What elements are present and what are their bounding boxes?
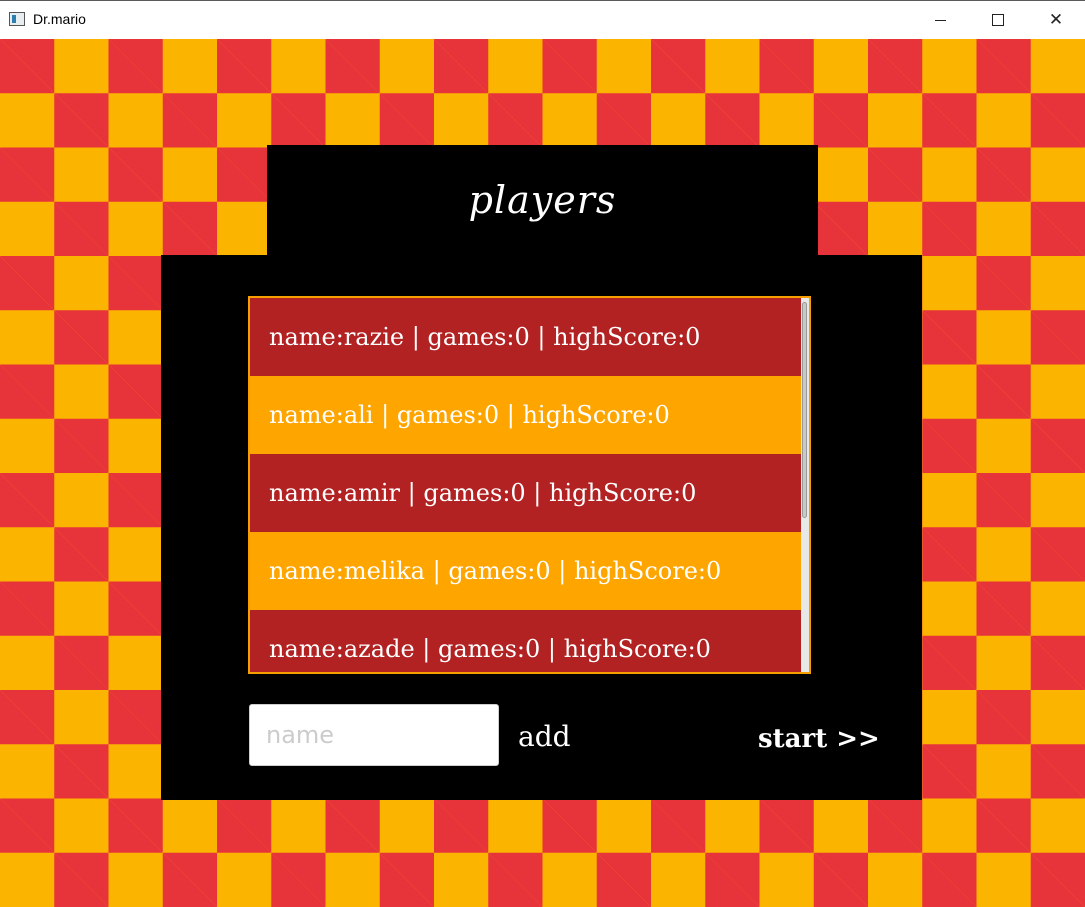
window-title: Dr.mario [33, 11, 86, 27]
list-scrollbar-thumb[interactable] [802, 302, 807, 518]
players-list-rows: name:razie | games:0 | highScore:0 name:a… [250, 298, 801, 672]
maximize-icon [992, 14, 1004, 26]
players-list[interactable]: name:razie | games:0 | highScore:0 name:a… [248, 296, 811, 674]
player-list-item[interactable]: name:azade | games:0 | highScore:0 [250, 610, 801, 672]
player-list-item[interactable]: name:amir | games:0 | highScore:0 [250, 454, 801, 532]
window-titlebar: Dr.mario ✕ [0, 0, 1085, 39]
player-list-item[interactable]: name:razie | games:0 | highScore:0 [250, 298, 801, 376]
list-scrollbar[interactable] [801, 298, 809, 672]
app-icon [9, 12, 25, 26]
player-list-item[interactable]: name:melika | games:0 | highScore:0 [250, 532, 801, 610]
start-button[interactable]: start >> [758, 724, 880, 754]
close-icon: ✕ [1048, 9, 1064, 30]
add-button[interactable]: add [518, 720, 571, 753]
close-button[interactable]: ✕ [1027, 1, 1085, 39]
maximize-button[interactable] [969, 1, 1027, 39]
minimize-icon [934, 19, 946, 21]
player-list-item[interactable]: name:ali | games:0 | highScore:0 [250, 376, 801, 454]
players-title: players [468, 178, 617, 222]
name-input[interactable] [249, 704, 499, 766]
minimize-button[interactable] [911, 1, 969, 39]
